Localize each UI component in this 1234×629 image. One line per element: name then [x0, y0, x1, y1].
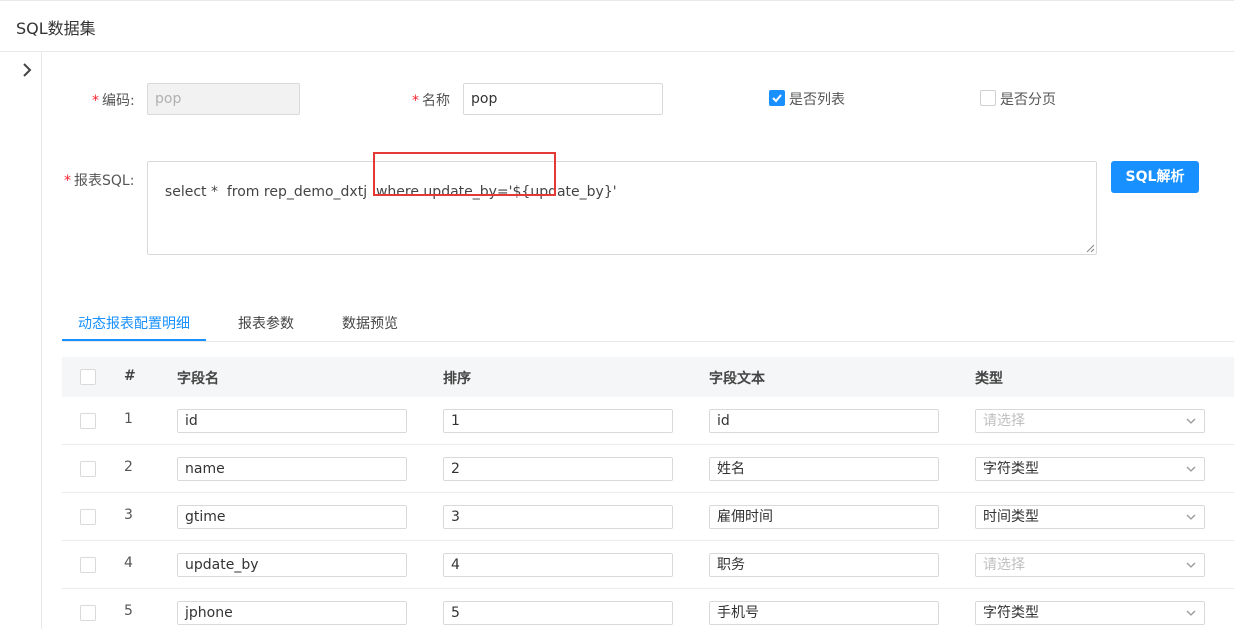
sql-parse-button[interactable]: SQL解析: [1111, 161, 1199, 193]
order-input[interactable]: 3: [443, 505, 673, 529]
name-input[interactable]: pop: [463, 83, 663, 115]
is-list-checkbox[interactable]: [769, 90, 785, 106]
tab-config-detail[interactable]: 动态报表配置明细: [62, 308, 206, 341]
order-input[interactable]: 4: [443, 553, 673, 577]
row-index: 1: [124, 411, 133, 427]
header-field-text: 字段文本: [709, 371, 765, 387]
table-row: 3 gtime 3 雇佣时间 时间类型: [62, 493, 1234, 541]
header-type: 类型: [975, 371, 1003, 387]
row-checkbox[interactable]: [80, 605, 96, 621]
field-text-input[interactable]: id: [709, 409, 939, 433]
annotation-highlight-box: [373, 152, 556, 196]
chevron-down-icon: [1186, 514, 1196, 520]
field-text-input[interactable]: 手机号: [709, 601, 939, 625]
field-name-input[interactable]: id: [177, 409, 407, 433]
type-select-value: 时间类型: [983, 509, 1039, 525]
name-label: * 名称: [412, 93, 450, 109]
tab-report-params[interactable]: 报表参数: [238, 308, 294, 341]
type-select[interactable]: 字符类型: [975, 601, 1205, 625]
row-checkbox[interactable]: [80, 413, 96, 429]
row-index: 4: [124, 555, 133, 571]
field-name-input[interactable]: name: [177, 457, 407, 481]
chevron-right-icon: [23, 63, 32, 77]
check-icon: [772, 94, 782, 103]
code-label: * 编码:: [92, 93, 135, 109]
select-all-checkbox[interactable]: [80, 369, 96, 385]
type-select[interactable]: 请选择: [975, 553, 1205, 577]
is-paged-label[interactable]: 是否分页: [1000, 89, 1056, 109]
field-text-input[interactable]: 雇佣时间: [709, 505, 939, 529]
row-checkbox[interactable]: [80, 509, 96, 525]
header-index: #: [124, 368, 136, 384]
is-paged-checkbox[interactable]: [980, 90, 996, 106]
type-select-value: 请选择: [983, 413, 1025, 429]
type-select-value: 字符类型: [983, 461, 1039, 477]
chevron-down-icon: [1186, 466, 1196, 472]
code-input[interactable]: pop: [147, 83, 300, 115]
type-select[interactable]: 字符类型: [975, 457, 1205, 481]
field-text-input[interactable]: 姓名: [709, 457, 939, 481]
sql-textarea[interactable]: select * from rep_demo_dxtj where update…: [147, 161, 1097, 255]
tab-bar: 动态报表配置明细 报表参数 数据预览: [62, 308, 1234, 342]
field-text-input[interactable]: 职务: [709, 553, 939, 577]
tab-data-preview[interactable]: 数据预览: [342, 308, 398, 341]
field-name-input[interactable]: jphone: [177, 601, 407, 625]
page-header: SQL数据集: [0, 1, 1234, 52]
type-select-value: 请选择: [983, 557, 1025, 573]
table-header: # 字段名 排序 字段文本 类型: [62, 357, 1234, 397]
resize-grip-icon[interactable]: [1085, 243, 1095, 253]
chevron-down-icon: [1186, 418, 1196, 424]
is-list-label[interactable]: 是否列表: [789, 89, 845, 109]
sql-label: * 报表SQL:: [64, 173, 135, 189]
table-row: 1 id 1 id 请选择: [62, 397, 1234, 445]
type-select-value: 字符类型: [983, 605, 1039, 621]
field-name-input[interactable]: gtime: [177, 505, 407, 529]
row-index: 5: [124, 603, 133, 619]
row-checkbox[interactable]: [80, 461, 96, 477]
table-row: 2 name 2 姓名 字符类型: [62, 445, 1234, 493]
type-select[interactable]: 时间类型: [975, 505, 1205, 529]
row-index: 3: [124, 507, 133, 523]
order-input[interactable]: 2: [443, 457, 673, 481]
header-field-name: 字段名: [177, 371, 219, 387]
header-order: 排序: [443, 371, 471, 387]
field-name-input[interactable]: update_by: [177, 553, 407, 577]
table-row: 4 update_by 4 职务 请选择: [62, 541, 1234, 589]
order-input[interactable]: 5: [443, 601, 673, 625]
chevron-down-icon: [1186, 610, 1196, 616]
row-index: 2: [124, 459, 133, 475]
type-select[interactable]: 请选择: [975, 409, 1205, 433]
page-title: SQL数据集: [16, 19, 96, 38]
table-row: 5 jphone 5 手机号 字符类型: [62, 589, 1234, 629]
sidebar-toggle[interactable]: [0, 52, 42, 629]
order-input[interactable]: 1: [443, 409, 673, 433]
row-checkbox[interactable]: [80, 557, 96, 573]
chevron-down-icon: [1186, 562, 1196, 568]
